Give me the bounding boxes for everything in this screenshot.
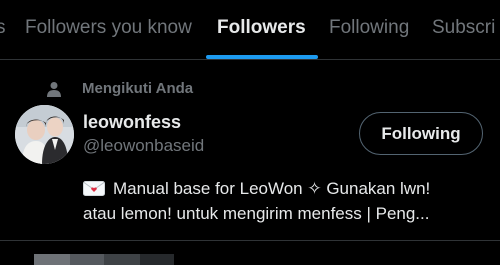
tab-subscriptions[interactable]: Subscri bbox=[432, 17, 495, 39]
avatar-photo bbox=[15, 105, 74, 164]
bio-line-1: Manual base for LeoWon ✧ Gunakan lwn! bbox=[83, 176, 493, 201]
bio-text-line-2: atau lemon! untuk mengirim menfess | Pen… bbox=[83, 204, 430, 223]
follows-you-label: Mengikuti Anda bbox=[82, 80, 194, 97]
tab-followers-you-know[interactable]: Followers you know bbox=[25, 17, 192, 39]
active-tab-indicator bbox=[206, 55, 318, 59]
avatar[interactable] bbox=[15, 105, 74, 164]
row-divider bbox=[0, 240, 500, 241]
user-display-name[interactable]: leowonfess bbox=[83, 112, 181, 133]
user-bio: Manual base for LeoWon ✧ Gunakan lwn! at… bbox=[83, 176, 493, 226]
user-handle[interactable]: @leowonbaseid bbox=[83, 136, 204, 156]
tab-followers[interactable]: Followers bbox=[217, 17, 306, 39]
next-user-avatar-partial[interactable] bbox=[34, 254, 174, 265]
follows-you-context: Mengikuti Anda bbox=[46, 80, 193, 97]
tab-partial-left[interactable]: s bbox=[0, 17, 6, 39]
person-icon bbox=[47, 81, 61, 97]
bio-text-line-1: Manual base for LeoWon ✧ Gunakan lwn! bbox=[113, 179, 431, 198]
tab-bar: s Followers you know Followers Following… bbox=[0, 0, 500, 60]
tab-following[interactable]: Following bbox=[329, 17, 409, 39]
following-button[interactable]: Following bbox=[359, 112, 483, 155]
envelope-icon bbox=[83, 181, 105, 196]
